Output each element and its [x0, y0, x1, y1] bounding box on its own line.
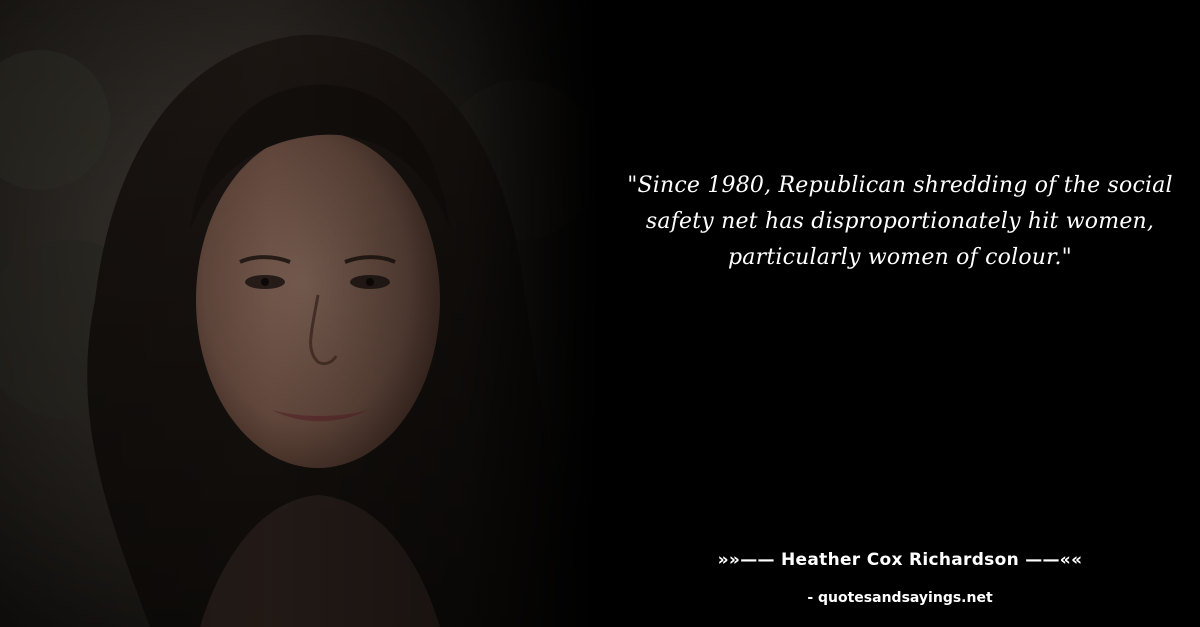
- quote-card: "Since 1980, Republican shredding of the…: [0, 0, 1200, 627]
- author-portrait: [0, 0, 600, 627]
- photo-fade-overlay: [0, 0, 600, 627]
- quote-text: "Since 1980, Republican shredding of the…: [627, 173, 1173, 270]
- source-attribution: - quotesandsayings.net: [807, 590, 993, 606]
- author-attribution: »»—— Heather Cox Richardson ——««: [717, 550, 1083, 570]
